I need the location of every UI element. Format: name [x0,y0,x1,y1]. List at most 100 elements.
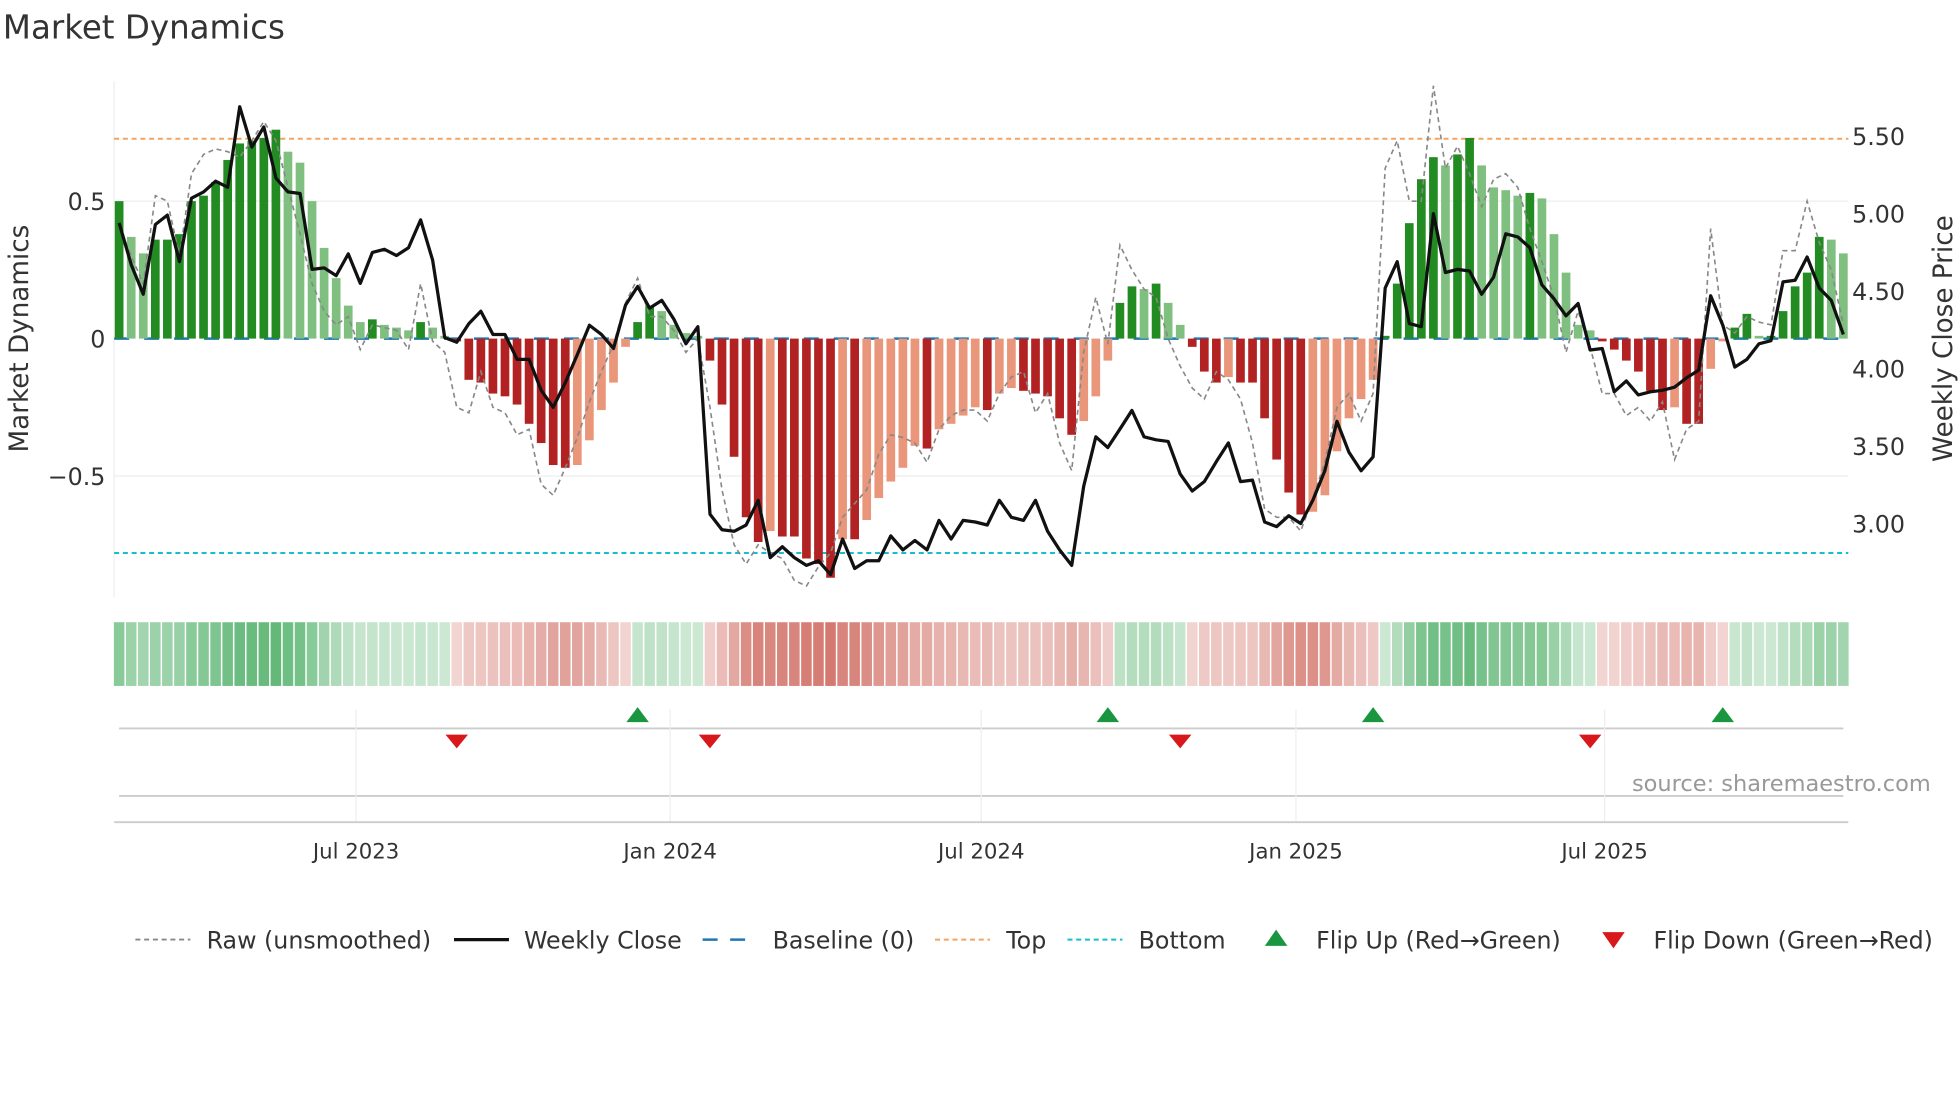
dynamics-bar [1609,338,1619,350]
regime-strip-cell [342,622,354,686]
regime-strip-cell [957,622,969,686]
legend-label: Flip Up (Red→Green) [1316,926,1561,954]
regime-strip-cell [1331,622,1343,686]
dynamics-bar [1127,286,1137,339]
legend-bottom: Bottom [1067,926,1226,954]
dynamics-bar [1344,338,1354,419]
regime-strip-cell [1826,622,1837,686]
market-dynamics-chart: Market Dynamics Market Dynamics Weekly C… [3,9,1959,955]
regime-strip-cell [1801,622,1813,686]
regime-strip-cell [849,622,860,686]
dynamics-bar [1573,324,1583,339]
regime-strip-cell [355,622,366,686]
regime-strip-cell [367,622,378,686]
regime-strip-cell [1174,622,1186,686]
dynamics-bar [765,338,775,532]
regime-strip-cell [1162,622,1174,686]
y2-tick-label: 3.00 [1852,510,1905,538]
regime-strip-cell [1693,622,1704,686]
regime-strip-cell [909,622,921,686]
regime-strip-cell [608,622,619,686]
dynamics-bar [1597,338,1607,342]
regime-strip-cell [1608,622,1620,686]
regime-strip-cell [668,622,680,686]
regime-strip-cell [1150,622,1162,686]
dynamics-bar [585,338,594,441]
regime-strip-cell [728,622,740,686]
dynamics-bar [1646,338,1655,391]
regime-strip-cell [994,622,1005,686]
dynamics-bar [368,319,377,339]
dynamics-bar [886,338,896,482]
dynamics-bar [1621,338,1631,361]
dynamics-bar [1634,338,1643,372]
regime-strip-cell [801,622,812,686]
x-tick-label: Jul 2025 [1559,839,1647,864]
dynamics-bar [850,338,859,540]
regime-strip-cell [282,622,294,686]
regime-strip-cell [379,622,390,686]
dynamics-bar [247,140,257,339]
dynamics-bar [958,338,968,416]
regime-strip-cell [1054,622,1065,686]
dynamics-bar [1248,338,1257,383]
regime-strip-cell [391,622,402,686]
regime-strip-cell [752,622,764,686]
regime-strip-cell [1633,622,1644,686]
regime-strip-cell [1500,622,1512,686]
y-axis-label: Market Dynamics [5,225,35,453]
dynamics-bar [1658,338,1667,411]
regime-strip-cell [306,622,318,686]
regime-strip-cell [186,622,197,686]
legend-label: Baseline (0) [773,926,915,954]
regime-strip-cell [1319,622,1331,686]
dynamics-bar [560,338,570,468]
regime-strip-cell [1813,622,1825,686]
regime-strip-cell [1789,622,1801,686]
regime-strip-cell [463,622,475,686]
dynamics-bar [150,239,160,339]
regime-strip-cell [620,622,631,686]
regime-strip-cell [692,622,704,686]
regime-strip-cell [945,622,957,686]
y2-tick-label: 5.00 [1852,200,1905,228]
dynamics-bar [1212,338,1221,383]
regime-strip-cell [1560,622,1572,686]
regime-strip-cell [210,622,221,686]
legend-label: Flip Down (Green→Red) [1653,926,1932,954]
dynamics-bar [705,338,715,361]
legend-label: Top [1005,926,1046,954]
regime-strip-cell [1030,622,1041,686]
legend-flip-up: Flip Up (Red→Green) [1264,926,1561,954]
dynamics-bar [464,338,474,380]
regime-strip-cell [1657,622,1668,686]
dynamics-bar [802,338,811,559]
regime-strip-cell [162,622,173,686]
dynamics-bar [1706,338,1716,369]
flip-up-marker [1096,707,1120,723]
dynamics-bar [235,143,245,339]
legend-raw: Raw (unsmoothed) [135,926,431,954]
dynamics-bar [1513,195,1523,339]
dynamics-bar [524,338,534,424]
regime-strip-cell [740,622,752,686]
regime-strip-cell [487,622,499,686]
dynamics-bar [1236,338,1245,383]
regime-strip-cell [330,622,342,686]
regime-strip-cell [656,622,668,686]
regime-strip-cell [873,622,885,686]
dynamics-bar [645,305,655,339]
regime-strip-cell [1536,622,1548,686]
regime-strip-cell [1343,622,1355,686]
y2-axis-label: Weekly Close Price [1929,215,1959,462]
dynamics-bar [970,338,980,408]
regime-strip-cell [1572,622,1584,686]
dynamics-bar [1067,338,1077,435]
regime-strip-cell [1355,622,1367,686]
flip-down-marker [445,734,468,749]
regime-strip-cell [403,622,414,686]
dynamics-bar [597,338,606,411]
triangle-up-icon [1264,929,1288,946]
flip-up-marker [626,707,649,723]
dynamics-bar [355,322,365,339]
